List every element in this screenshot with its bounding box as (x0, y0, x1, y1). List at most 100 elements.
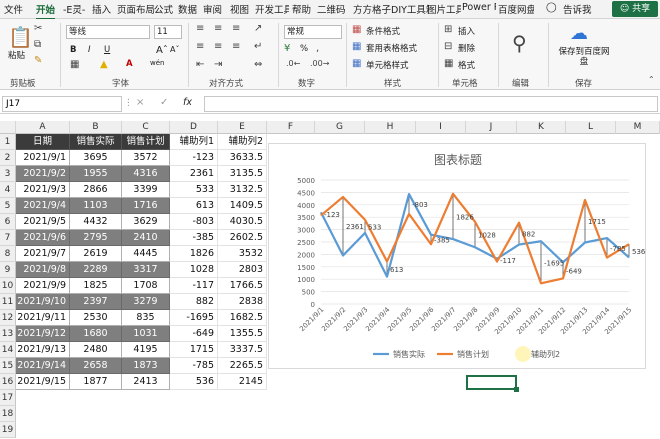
bold-button[interactable]: B (70, 45, 76, 55)
align-bottom-icon[interactable]: ≡ (232, 23, 240, 34)
row-header-12[interactable]: 12 (0, 310, 16, 326)
data-cell[interactable]: 1028 (170, 262, 218, 278)
currency-icon[interactable]: ¥ (284, 43, 290, 54)
formula-menu-icon[interactable]: ⋮ (124, 98, 133, 108)
data-cell[interactable]: 2021/9/4 (16, 198, 70, 214)
data-cell[interactable]: 3633.5 (218, 150, 267, 166)
data-cell[interactable]: -385 (170, 230, 218, 246)
align-center-icon[interactable]: ≡ (214, 41, 222, 52)
header-cell[interactable]: 辅助列2 (218, 134, 267, 150)
font-color-button[interactable]: A (126, 59, 133, 69)
fill-color-icon[interactable]: ▲ (100, 59, 108, 70)
data-cell[interactable]: 4316 (122, 166, 170, 182)
column-header-a[interactable]: A (16, 121, 70, 134)
data-cell[interactable]: 3317 (122, 262, 170, 278)
phonetic-button[interactable]: wén (150, 59, 164, 67)
data-cell[interactable]: 1877 (70, 374, 122, 390)
data-cell[interactable]: 2021/9/13 (16, 342, 70, 358)
row-header-18[interactable]: 18 (0, 406, 16, 422)
data-cell[interactable]: 2021/9/11 (16, 310, 70, 326)
data-cell[interactable]: 2866 (70, 182, 122, 198)
data-cell[interactable]: 2145 (218, 374, 267, 390)
row-header-14[interactable]: 14 (0, 342, 16, 358)
data-cell[interactable]: 1826 (170, 246, 218, 262)
menu-page-layout[interactable]: 页面布局 (117, 2, 155, 16)
italic-button[interactable]: I (88, 45, 91, 55)
data-cell[interactable]: 2602.5 (218, 230, 267, 246)
data-cell[interactable]: 1103 (70, 198, 122, 214)
data-cell[interactable]: 1825 (70, 278, 122, 294)
data-cell[interactable]: 2021/9/7 (16, 246, 70, 262)
paste-button[interactable]: 粘贴 (8, 49, 25, 61)
column-header-d[interactable]: D (170, 121, 218, 134)
column-header-l[interactable]: L (566, 121, 616, 134)
increase-font-button[interactable]: Aˆ (156, 45, 168, 56)
column-header-m[interactable]: M (616, 121, 660, 134)
menu-ffgz[interactable]: 方方格子 (353, 2, 391, 16)
data-cell[interactable]: 2021/9/2 (16, 166, 70, 182)
merge-center-icon[interactable]: ⇔ (254, 59, 262, 70)
save-baidu-button[interactable]: 保存到百度网盘 (558, 47, 610, 67)
insert-function-button[interactable]: fx (183, 97, 192, 108)
data-cell[interactable]: 2803 (218, 262, 267, 278)
data-cell[interactable]: 2021/9/5 (16, 214, 70, 230)
delete-cells-button[interactable]: 删除 (458, 42, 475, 54)
align-middle-icon[interactable]: ≡ (214, 23, 222, 34)
menu-data[interactable]: 数据 (178, 2, 197, 16)
data-cell[interactable]: 2021/9/15 (16, 374, 70, 390)
cancel-formula-button[interactable]: × (136, 97, 144, 108)
data-cell[interactable]: 1955 (70, 166, 122, 182)
menu-baidu-pan[interactable]: 百度网盘 (498, 2, 534, 16)
data-cell[interactable]: 1409.5 (218, 198, 267, 214)
data-cell[interactable]: -1695 (170, 310, 218, 326)
row-header-16[interactable]: 16 (0, 374, 16, 390)
comma-style-icon[interactable]: , (316, 43, 319, 54)
tell-me-search[interactable]: 告诉我 (563, 2, 592, 16)
column-header-g[interactable]: G (315, 121, 365, 134)
align-left-icon[interactable]: ≡ (196, 41, 204, 52)
data-cell[interactable]: 3337.5 (218, 342, 267, 358)
data-cell[interactable]: 2289 (70, 262, 122, 278)
data-cell[interactable]: 2021/9/12 (16, 326, 70, 342)
wrap-text-icon[interactable]: ↵ (254, 41, 262, 52)
menu-review[interactable]: 审阅 (203, 2, 222, 16)
copy-icon[interactable]: ⧉ (34, 39, 41, 50)
percent-button[interactable]: % (300, 44, 308, 54)
data-cell[interactable]: 2021/9/10 (16, 294, 70, 310)
header-cell[interactable]: 销售实际 (70, 134, 122, 150)
data-cell[interactable]: 1708 (122, 278, 170, 294)
row-header-3[interactable]: 3 (0, 166, 16, 182)
menu-home[interactable]: 开始 (36, 2, 56, 20)
formula-input[interactable] (204, 96, 658, 112)
data-cell[interactable]: 3279 (122, 294, 170, 310)
menu-elin[interactable]: -E灵- (63, 2, 85, 16)
line-chart[interactable]: 图表标题 0 500 1000 1500 2000 2500 3000 3500 4000 4500… (269, 144, 647, 370)
data-cell[interactable]: 2021/9/6 (16, 230, 70, 246)
selected-cell-j17[interactable] (466, 375, 519, 392)
header-cell[interactable]: 辅助列1 (170, 134, 218, 150)
data-cell[interactable]: 2410 (122, 230, 170, 246)
data-cell[interactable]: 1715 (170, 342, 218, 358)
row-header-17[interactable]: 17 (0, 390, 16, 406)
orientation-icon[interactable]: ↗ (254, 23, 262, 34)
column-header-b[interactable]: B (70, 121, 122, 134)
row-header-15[interactable]: 15 (0, 358, 16, 374)
menu-formulas[interactable]: 公式 (154, 2, 173, 16)
data-cell[interactable]: 2838 (218, 294, 267, 310)
data-cell[interactable]: -803 (170, 214, 218, 230)
data-cell[interactable]: 1031 (122, 326, 170, 342)
align-right-icon[interactable]: ≡ (232, 41, 240, 52)
menu-picture-tools[interactable]: 图片工具 (427, 2, 461, 16)
format-painter-icon[interactable]: ✎ (34, 55, 42, 66)
row-header-8[interactable]: 8 (0, 246, 16, 262)
column-header-f[interactable]: F (267, 121, 315, 134)
row-header-9[interactable]: 9 (0, 262, 16, 278)
column-header-h[interactable]: H (365, 121, 416, 134)
data-cell[interactable]: 2413 (122, 374, 170, 390)
row-header-7[interactable]: 7 (0, 230, 16, 246)
data-cell[interactable]: 2480 (70, 342, 122, 358)
number-format-select[interactable]: 常规 (284, 25, 342, 39)
data-cell[interactable]: 1716 (122, 198, 170, 214)
data-cell[interactable]: -123 (170, 150, 218, 166)
cell-styles-button[interactable]: 单元格样式 (366, 59, 409, 71)
